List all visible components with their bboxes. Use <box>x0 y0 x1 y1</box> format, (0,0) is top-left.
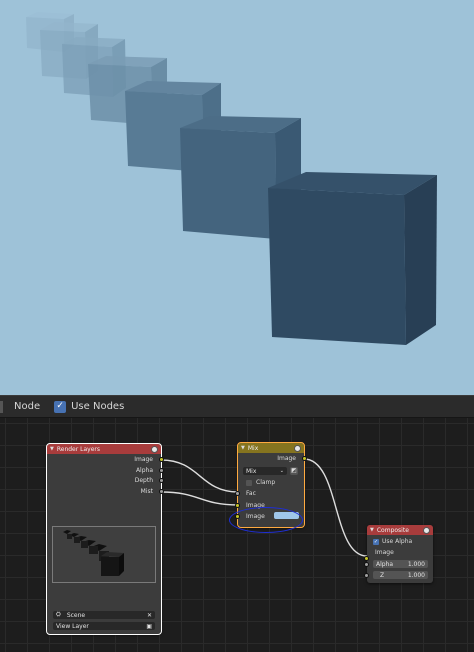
view-layer-label: View Layer <box>56 622 89 630</box>
z-value: 1.000 <box>407 571 425 579</box>
output-mist-label: Mist <box>140 488 153 495</box>
view-layer-selector[interactable]: View Layer ▣ <box>53 622 155 630</box>
render-preview-image <box>53 527 155 582</box>
scene-selector[interactable]: ⛭ Scene ✕ <box>53 611 155 619</box>
blend-mode-value: Mix <box>246 467 257 475</box>
z-field[interactable]: Z 1.000 <box>373 571 428 579</box>
node-editor-header: Node ✓ Use Nodes <box>0 395 474 418</box>
render-viewport <box>0 0 474 395</box>
view-layer-icon[interactable]: ▣ <box>146 623 152 630</box>
output-depth-label: Depth <box>134 477 153 484</box>
node-preview-icon[interactable] <box>294 444 301 452</box>
mix-output-image-socket[interactable] <box>302 456 307 461</box>
composite-input-image-label: Image <box>375 549 394 556</box>
alpha-field[interactable]: Alpha 1.000 <box>373 560 428 568</box>
use-nodes-toggle[interactable]: ✓ Use Nodes <box>54 400 125 413</box>
alpha-value: 1.000 <box>407 560 425 568</box>
render-layers-node[interactable]: ▼ Render Layers Image Alpha Depth Mist ⛭… <box>46 443 164 635</box>
mix-title: Mix <box>247 444 259 452</box>
use-alpha-label: Use Alpha <box>382 538 413 545</box>
output-image-socket[interactable] <box>159 457 164 462</box>
use-nodes-label: Use Nodes <box>71 401 125 412</box>
use-alpha-checkbox[interactable]: ✓ <box>373 538 379 545</box>
collapse-triangle-icon[interactable]: ▼ <box>50 446 54 452</box>
link-mix-to-composite <box>303 458 368 557</box>
output-image-label: Image <box>134 456 153 463</box>
composite-header[interactable]: ▼ Composite <box>367 525 433 535</box>
composite-title: Composite <box>376 526 409 534</box>
composite-input-alpha-socket[interactable] <box>364 562 369 567</box>
output-mist-socket[interactable] <box>159 489 164 494</box>
link-image-to-fac <box>160 459 239 493</box>
node-editor-canvas[interactable]: ▼ Render Layers Image Alpha Depth Mist ⛭… <box>0 418 474 652</box>
collapse-triangle-icon[interactable]: ▼ <box>370 527 374 533</box>
use-alpha-toggle-icon[interactable]: ◩ <box>290 467 298 475</box>
scene-icon: ⛭ <box>56 611 61 618</box>
z-label: Z <box>380 571 385 579</box>
use-nodes-checkbox[interactable]: ✓ <box>54 400 67 413</box>
mix-header[interactable]: ▼ Mix <box>238 443 304 453</box>
collapse-triangle-icon[interactable]: ▼ <box>241 445 245 451</box>
alpha-label: Alpha <box>376 560 394 568</box>
output-alpha-label: Alpha <box>135 467 153 474</box>
composite-input-image-socket[interactable] <box>364 556 369 561</box>
annotation-highlight-ellipse <box>229 507 303 533</box>
cubes-render <box>26 12 437 345</box>
render-layers-title: Render Layers <box>56 445 100 453</box>
editor-type-edge[interactable] <box>0 400 3 413</box>
link-mist-to-image <box>160 491 239 506</box>
input-fac-socket[interactable] <box>235 491 240 496</box>
input-fac-label: Fac <box>246 490 256 497</box>
cube-1 <box>268 172 437 345</box>
blend-mode-dropdown[interactable]: Mix ⌄ <box>243 467 287 475</box>
chevron-down-icon: ⌄ <box>279 468 284 474</box>
clamp-label: Clamp <box>256 479 276 486</box>
output-depth-socket[interactable] <box>159 478 164 483</box>
node-preview-icon[interactable] <box>151 445 158 453</box>
scene-label: Scene <box>66 611 86 619</box>
output-alpha-socket[interactable] <box>159 468 164 473</box>
render-preview-thumbnail <box>52 526 156 583</box>
composite-node[interactable]: ▼ Composite ✓ Use Alpha Image Alpha 1.00… <box>364 525 433 583</box>
use-alpha-row[interactable]: ✓ Use Alpha <box>373 538 412 545</box>
render-layers-header[interactable]: ▼ Render Layers <box>47 444 161 454</box>
mix-output-image-label: Image <box>277 455 296 462</box>
node-preview-icon[interactable] <box>423 526 430 534</box>
clamp-checkbox-row[interactable]: Clamp <box>246 479 275 486</box>
input-image1-socket[interactable] <box>235 503 240 508</box>
composite-input-z-socket[interactable] <box>364 573 369 578</box>
menu-node[interactable]: Node <box>12 399 42 414</box>
scene-clear-icon[interactable]: ✕ <box>147 612 152 619</box>
clamp-checkbox[interactable] <box>246 479 252 486</box>
